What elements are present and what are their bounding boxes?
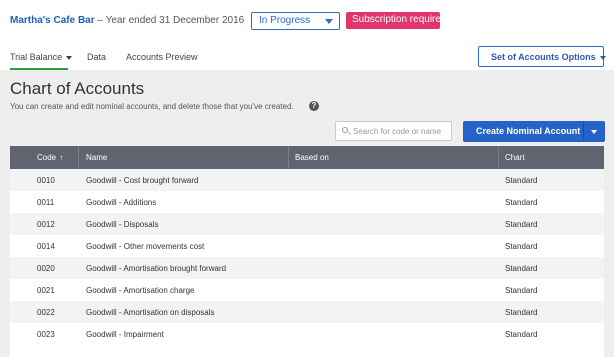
column-divider — [78, 146, 79, 169]
set-of-accounts-label: Set of Accounts Options — [491, 52, 596, 62]
cell-code: 0020 — [37, 264, 55, 273]
cell-code: 0010 — [37, 176, 55, 185]
status-value: In Progress — [259, 15, 311, 26]
column-divider — [288, 146, 289, 169]
cell-chart: Standard — [505, 220, 538, 229]
cell-chart: Standard — [505, 242, 538, 251]
cell-code: 0022 — [37, 308, 55, 317]
table-row[interactable]: 0014 Goodwill - Other movements cost Sta… — [10, 235, 604, 257]
column-divider — [498, 146, 499, 169]
table-header: Code ↑ Name Based on Chart — [10, 146, 604, 169]
tab-label: Trial Balance — [10, 52, 63, 62]
cell-name: Goodwill - Amortisation on disposals — [86, 308, 215, 317]
table-row[interactable]: 0020 Goodwill - Amortisation brought for… — [10, 257, 604, 279]
cell-code: 0021 — [37, 286, 55, 295]
table-row[interactable]: 0022 Goodwill - Amortisation on disposal… — [10, 301, 604, 323]
table-row[interactable]: 0023 Goodwill - Impairment Standard — [10, 323, 604, 345]
column-header-based-on[interactable]: Based on — [295, 153, 329, 162]
cell-chart: Standard — [505, 286, 538, 295]
cell-chart: Standard — [505, 330, 538, 339]
cell-name: Goodwill - Cost brought forward — [86, 176, 199, 185]
main-panel: Chart of Accounts You can create and edi… — [0, 70, 614, 357]
accounts-table: Code ↑ Name Based on Chart 0010 Goodwill … — [10, 146, 604, 357]
period-label: – Year ended 31 December 2016 — [97, 15, 245, 26]
cell-name: Goodwill - Other movements cost — [86, 242, 205, 251]
chevron-down-icon — [66, 55, 73, 60]
cell-code: 0011 — [37, 198, 55, 207]
search-input[interactable] — [353, 125, 449, 137]
table-row[interactable]: 0010 Goodwill - Cost brought forward Sta… — [10, 169, 604, 191]
table-row[interactable]: 0021 Goodwill - Amortisation charge Stan… — [10, 279, 604, 301]
table-row[interactable]: 0012 Goodwill - Disposals Standard — [10, 213, 604, 235]
cell-chart: Standard — [505, 308, 538, 317]
cell-code: 0012 — [37, 220, 55, 229]
cell-chart: Standard — [505, 176, 538, 185]
cell-code: 0023 — [37, 330, 55, 339]
cell-name: Goodwill - Disposals — [86, 220, 159, 229]
set-of-accounts-options-button[interactable]: Set of Accounts Options — [478, 46, 606, 67]
chevron-down-icon[interactable] — [591, 130, 597, 134]
search-icon — [342, 127, 348, 133]
subscription-required-badge[interactable]: Subscription required — [346, 12, 447, 29]
column-header-chart[interactable]: Chart — [505, 153, 525, 162]
cell-name: Goodwill - Amortisation charge — [86, 286, 195, 295]
split-divider — [583, 121, 584, 142]
cell-name: Goodwill - Amortisation brought forward — [86, 264, 227, 273]
cell-name: Goodwill - Additions — [86, 198, 157, 207]
tab-trial-balance[interactable]: Trial Balance — [10, 52, 73, 62]
cell-name: Goodwill - Impairment — [86, 330, 164, 339]
table-row[interactable]: 0011 Goodwill - Additions Standard — [10, 191, 604, 213]
page-title: Chart of Accounts — [10, 79, 145, 98]
sort-ascending-icon: ↑ — [59, 153, 64, 162]
help-icon[interactable]: ? — [309, 101, 319, 111]
page-subtitle: You can create and edit nominal accounts… — [10, 102, 294, 111]
create-nominal-account-button[interactable]: Create Nominal Account — [463, 121, 605, 142]
top-bar: Martha's Cafe Bar – Year ended 31 Decemb… — [0, 0, 614, 44]
chevron-down-icon — [599, 55, 606, 60]
cell-code: 0014 — [37, 242, 55, 251]
cell-chart: Standard — [505, 198, 538, 207]
column-header-code[interactable]: Code ↑ — [37, 153, 63, 162]
tab-data[interactable]: Data — [87, 52, 106, 62]
client-heading: Martha's Cafe Bar – Year ended 31 Decemb… — [10, 15, 244, 26]
column-header-label: Code — [37, 153, 57, 162]
chevron-down-icon — [325, 19, 333, 24]
cell-chart: Standard — [505, 264, 538, 273]
status-select[interactable]: In Progress — [251, 12, 340, 30]
client-name-link[interactable]: Martha's Cafe Bar — [10, 15, 95, 26]
search-box — [335, 121, 452, 141]
tab-accounts-preview[interactable]: Accounts Preview — [126, 52, 198, 62]
column-header-name[interactable]: Name — [86, 153, 107, 162]
create-nominal-account-label: Create Nominal Account — [476, 126, 581, 136]
